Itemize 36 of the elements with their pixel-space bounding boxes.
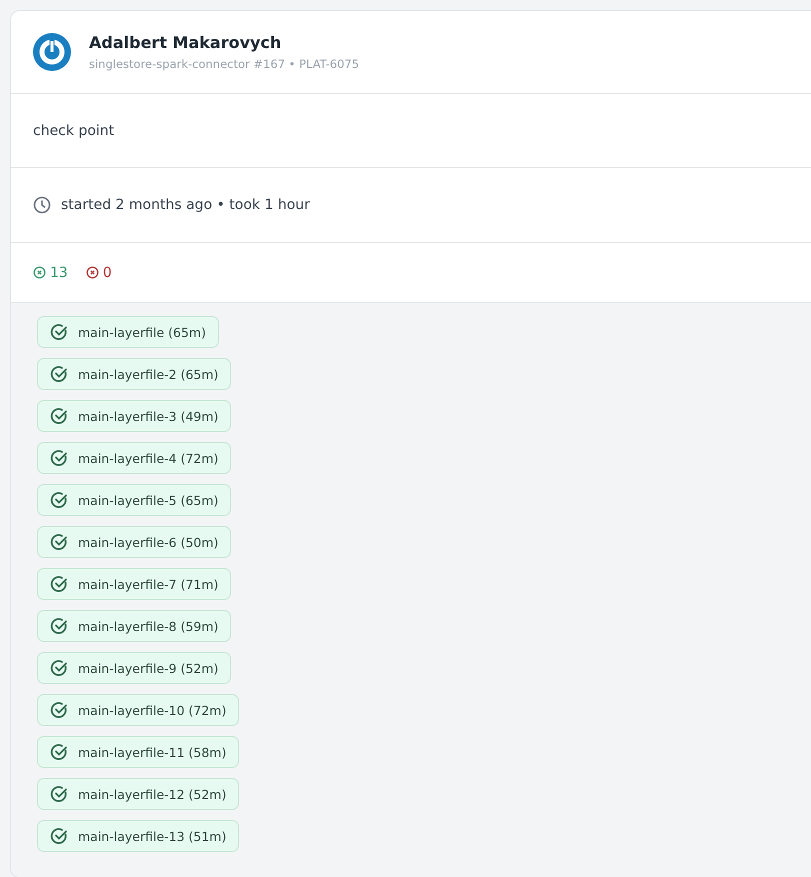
check-circle-icon xyxy=(50,659,68,677)
job-chip[interactable]: main-layerfile-2 (65m) xyxy=(37,358,232,390)
job-chip[interactable]: main-layerfile-10 (72m) xyxy=(37,694,240,726)
check-circle-icon xyxy=(50,323,68,341)
check-circle-icon xyxy=(50,701,68,719)
job-chip[interactable]: main-layerfile-3 (49m) xyxy=(37,400,232,432)
check-circle-icon xyxy=(50,491,68,509)
author-name: Adalbert Makarovych xyxy=(89,33,282,52)
check-circle-icon xyxy=(50,449,68,467)
logo-icon xyxy=(33,33,71,71)
build-subtitle: singlestore-spark-connector #167 • PLAT-6075 xyxy=(89,57,360,71)
check-circle-icon xyxy=(50,617,68,635)
status-count: 13 xyxy=(33,264,68,280)
check-circle-icon xyxy=(50,743,68,761)
job-chip[interactable]: main-layerfile-13 (51m) xyxy=(37,820,240,852)
x-circle-icon xyxy=(86,266,99,279)
job-chip[interactable]: main-layerfile-7 (71m) xyxy=(37,568,232,600)
clock-icon xyxy=(33,196,51,214)
job-chip[interactable]: main-layerfile-12 (52m) xyxy=(37,778,240,810)
job-chip[interactable]: main-layerfile-9 (52m) xyxy=(37,652,232,684)
x-circle-icon xyxy=(33,266,46,279)
check-circle-icon xyxy=(50,365,68,383)
job-chip[interactable]: main-layerfile-5 (65m) xyxy=(37,484,232,516)
check-circle-icon xyxy=(50,575,68,593)
job-chip[interactable]: main-layerfile-4 (72m) xyxy=(37,442,232,474)
job-chip[interactable]: main-layerfile-8 (59m) xyxy=(37,610,232,642)
check-circle-icon xyxy=(50,407,68,425)
build-timing: started 2 months ago • took 1 hour xyxy=(61,197,310,213)
status-count: 0 xyxy=(86,264,112,280)
check-circle-icon xyxy=(50,785,68,803)
job-chip[interactable]: main-layerfile-6 (50m) xyxy=(37,526,232,558)
job-chip[interactable]: main-layerfile-11 (58m) xyxy=(37,736,240,768)
check-circle-icon xyxy=(50,533,68,551)
commit-message: check point xyxy=(33,122,114,138)
job-chip[interactable]: main-layerfile (65m) xyxy=(37,316,219,348)
check-circle-icon xyxy=(50,827,68,845)
